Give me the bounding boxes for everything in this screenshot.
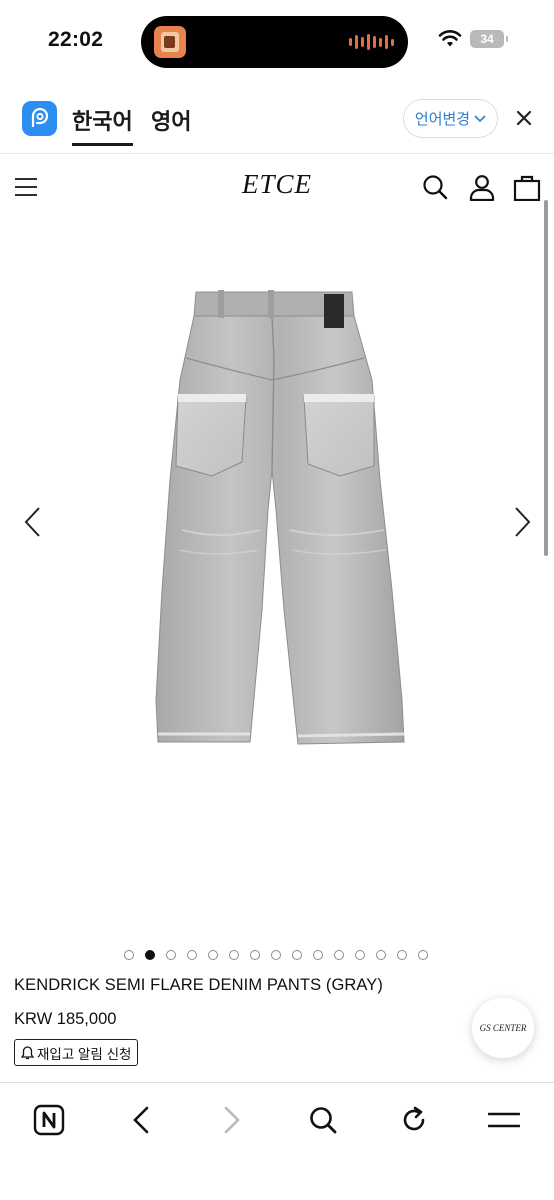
audio-waveform-icon xyxy=(349,34,394,50)
language-change-label: 언어변경 xyxy=(414,111,471,128)
carousel-dot[interactable] xyxy=(334,950,344,960)
now-playing-artwork xyxy=(154,26,186,58)
account-icon[interactable] xyxy=(468,173,496,201)
carousel-dot[interactable] xyxy=(418,950,428,960)
product-price: KRW 185,000 xyxy=(14,1010,117,1028)
search-icon[interactable] xyxy=(306,1103,340,1137)
carousel-dot[interactable] xyxy=(292,950,302,960)
carousel-dot[interactable] xyxy=(166,950,176,960)
tab-korean[interactable]: 한국어 xyxy=(72,104,133,146)
previous-image-icon[interactable] xyxy=(22,505,44,539)
product-image[interactable] xyxy=(0,230,554,930)
carousel-dot[interactable] xyxy=(313,950,323,960)
restock-alert-label: 재입고 알림 신청 xyxy=(37,1046,132,1062)
language-change-button[interactable]: 언어변경 xyxy=(403,99,498,138)
status-icons: 34 xyxy=(438,30,508,48)
carousel-dot[interactable] xyxy=(250,950,260,960)
naver-home-icon[interactable] xyxy=(32,1103,66,1137)
wifi-icon xyxy=(438,30,462,47)
bag-icon[interactable] xyxy=(513,173,541,201)
translation-bar: 한국어 영어 언어변경 xyxy=(0,84,554,154)
shop-header: ETCE xyxy=(0,155,554,217)
carousel-dot[interactable] xyxy=(376,950,386,960)
carousel-dot[interactable] xyxy=(271,950,281,960)
carousel-dot[interactable] xyxy=(208,950,218,960)
reload-icon[interactable] xyxy=(397,1103,431,1137)
carousel-dot[interactable] xyxy=(355,950,365,960)
browser-toolbar xyxy=(0,1082,554,1200)
next-image-icon[interactable] xyxy=(511,505,533,539)
back-icon[interactable] xyxy=(124,1103,158,1137)
papago-logo-icon xyxy=(22,101,57,136)
dynamic-island[interactable] xyxy=(141,16,408,68)
status-time: 22:02 xyxy=(48,28,104,51)
cs-center-button[interactable]: GS CENTER xyxy=(472,998,534,1058)
carousel-dot[interactable] xyxy=(124,950,134,960)
bell-icon xyxy=(21,1045,34,1059)
tab-english[interactable]: 영어 xyxy=(151,104,191,136)
carousel-dot[interactable] xyxy=(145,950,155,960)
denim-pants-photo xyxy=(155,290,405,745)
carousel-dot[interactable] xyxy=(187,950,197,960)
status-bar: 22:02 34 xyxy=(0,0,554,84)
product-name: KENDRICK SEMI FLARE DENIM PANTS (GRAY) xyxy=(14,976,383,994)
search-icon[interactable] xyxy=(421,173,449,201)
cs-center-label: GS CENTER xyxy=(479,1023,527,1033)
forward-icon xyxy=(215,1103,249,1137)
carousel-dot[interactable] xyxy=(229,950,239,960)
restock-alert-button[interactable]: 재입고 알림 신청 xyxy=(14,1039,139,1066)
close-icon[interactable] xyxy=(512,106,536,130)
menu-icon[interactable] xyxy=(487,1103,521,1137)
chevron-down-icon xyxy=(474,114,486,122)
carousel-pagination xyxy=(0,950,554,962)
carousel-dot[interactable] xyxy=(397,950,407,960)
battery-indicator: 34 xyxy=(470,30,508,48)
